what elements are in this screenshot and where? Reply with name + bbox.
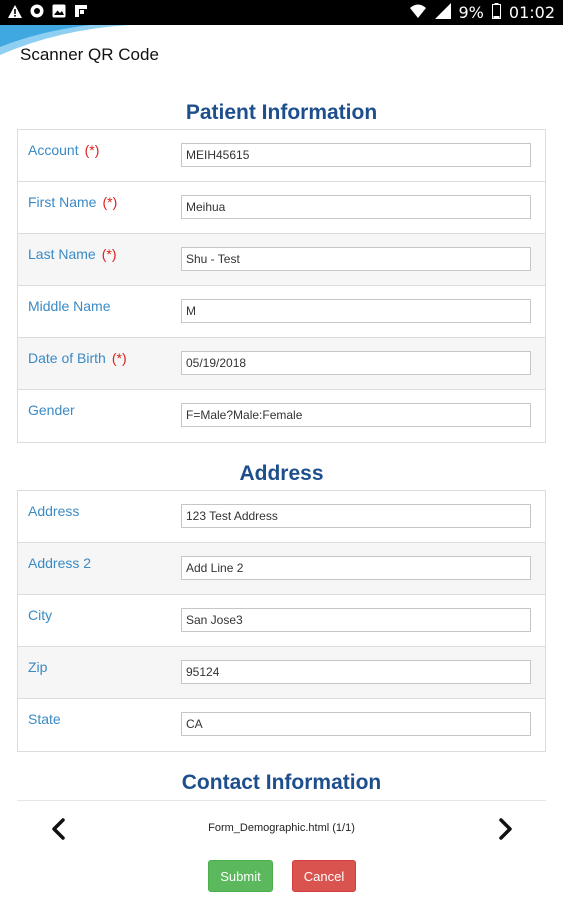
address-2-field[interactable] bbox=[181, 556, 531, 580]
gender-field[interactable] bbox=[181, 403, 531, 427]
battery-icon bbox=[491, 3, 501, 22]
form-row-state: State bbox=[18, 699, 545, 751]
field-label: First Name (*) bbox=[28, 194, 118, 210]
app-bar: Scanner QR Code bbox=[0, 25, 563, 77]
field-label: Address bbox=[28, 503, 80, 519]
field-label: Zip bbox=[28, 659, 48, 675]
required-marker: (*) bbox=[101, 246, 117, 262]
field-label: Account (*) bbox=[28, 142, 100, 158]
section-title-address: Address bbox=[239, 462, 324, 485]
field-label: Address 2 bbox=[28, 555, 92, 571]
form-content[interactable]: Patient Information Account(*) First Nam… bbox=[0, 77, 563, 800]
section-title-patient: Patient Information bbox=[185, 101, 378, 124]
status-bar: 9% 01:02 bbox=[0, 0, 563, 25]
form-row-first-name: First Name (*) bbox=[18, 182, 545, 234]
image-icon bbox=[52, 4, 66, 21]
required-marker: (*) bbox=[84, 142, 100, 158]
form-row-last-name: Last Name (*) bbox=[18, 234, 545, 286]
last-name-field[interactable] bbox=[181, 247, 531, 271]
form-row-gender: Gender bbox=[18, 390, 545, 442]
submit-button[interactable]: Submit bbox=[208, 860, 273, 892]
clock: 01:02 bbox=[508, 3, 555, 22]
form-file-name: Form_Demographic.html (1/1) bbox=[208, 822, 355, 834]
warning-icon bbox=[8, 4, 22, 21]
app-title: Scanner QR Code bbox=[20, 45, 159, 64]
date-of-birth-field[interactable] bbox=[181, 351, 531, 375]
first-name-field[interactable] bbox=[181, 195, 531, 219]
form-row-date-of-birth: Date of Birth (*) bbox=[18, 338, 545, 390]
field-label: Gender bbox=[28, 402, 75, 418]
section-title-contact: Contact Information bbox=[181, 771, 382, 794]
signal-icon bbox=[434, 3, 451, 22]
zip-field[interactable] bbox=[181, 660, 531, 684]
battery-percent: 9% bbox=[458, 3, 484, 22]
flipboard-icon bbox=[74, 4, 88, 21]
action-buttons: Submit Cancel bbox=[0, 860, 563, 892]
patient-info-panel: Account(*) First Name(*) Last Name(*) Mi… bbox=[17, 129, 546, 443]
chevron-right-icon bbox=[499, 818, 512, 840]
wifi-icon bbox=[409, 3, 427, 22]
state-field[interactable] bbox=[181, 712, 531, 736]
field-label: Middle Name bbox=[28, 298, 111, 314]
form-row-account: Account (*) bbox=[18, 130, 545, 182]
cancel-button[interactable]: Cancel bbox=[292, 860, 356, 892]
form-row-middle-name: Middle Name bbox=[18, 286, 545, 338]
form-row-city: City bbox=[18, 595, 545, 647]
account-field[interactable] bbox=[181, 143, 531, 167]
field-label: Date of Birth (*) bbox=[28, 350, 127, 366]
form-row-address: Address bbox=[18, 491, 545, 543]
required-marker: (*) bbox=[111, 350, 127, 366]
field-label: State bbox=[28, 711, 61, 727]
address-field[interactable] bbox=[181, 504, 531, 528]
middle-name-field[interactable] bbox=[181, 299, 531, 323]
field-label: City bbox=[28, 607, 53, 623]
next-form-button[interactable] bbox=[494, 814, 518, 844]
required-marker: (*) bbox=[102, 194, 118, 210]
form-row-address-2: Address 2 bbox=[18, 543, 545, 595]
field-label: Last Name (*) bbox=[28, 246, 117, 262]
form-row-zip: Zip bbox=[18, 647, 545, 699]
city-field[interactable] bbox=[181, 608, 531, 632]
form-navigation: Form_Demographic.html (1/1) bbox=[0, 800, 563, 858]
address-panel: Address Address 2 City Zip State bbox=[17, 490, 546, 752]
app-icon bbox=[30, 4, 44, 21]
